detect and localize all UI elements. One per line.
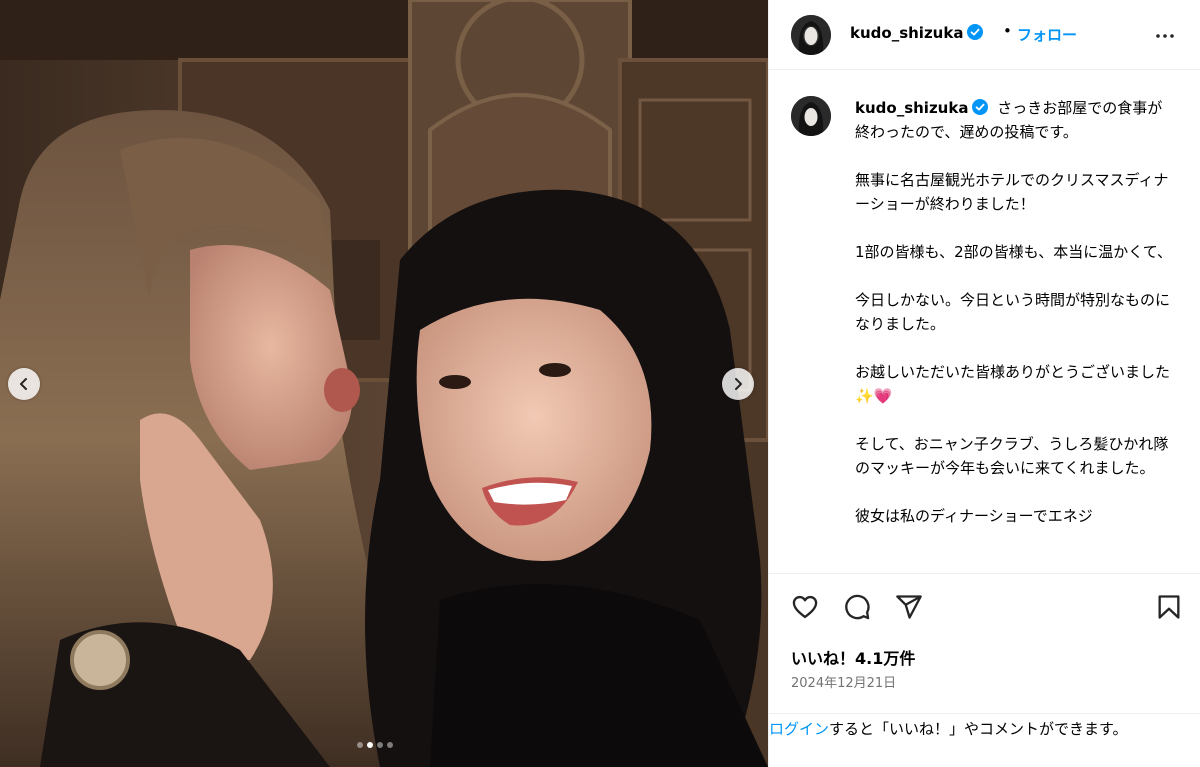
login-link[interactable]: ログイン bbox=[769, 720, 829, 738]
avatar[interactable] bbox=[791, 15, 831, 55]
post-media bbox=[0, 0, 768, 767]
carousel-prev-button[interactable] bbox=[8, 368, 40, 400]
comment-icon[interactable] bbox=[843, 593, 871, 621]
likes-count[interactable]: いいね！4.1万件 bbox=[791, 645, 915, 669]
carousel-dot bbox=[357, 742, 363, 748]
carousel-next-button[interactable] bbox=[722, 368, 754, 400]
post-date[interactable]: 2024年12月21日 bbox=[791, 672, 896, 691]
bookmark-icon[interactable] bbox=[1155, 593, 1183, 621]
caption-section: kudo_shizuka さっきお部屋での食事が終わったので、遅めの投稿です。 … bbox=[769, 71, 1200, 573]
heart-icon[interactable] bbox=[791, 593, 819, 621]
avatar-image bbox=[791, 96, 831, 136]
username-text: kudo_shizuka bbox=[850, 24, 964, 42]
more-horizontal-icon[interactable] bbox=[1153, 24, 1177, 48]
verified-badge-icon bbox=[972, 99, 989, 115]
caption-username-text: kudo_shizuka bbox=[855, 99, 969, 117]
caption-avatar[interactable] bbox=[791, 96, 831, 136]
post-actions: いいね！4.1万件 2024年12月21日 bbox=[769, 573, 1200, 713]
login-prompt: ログインすると「いいね！」やコメントができます。 bbox=[769, 713, 1200, 767]
caption-text-block: kudo_shizuka さっきお部屋での食事が終わったので、遅めの投稿です。 … bbox=[855, 96, 1173, 528]
chevron-left-icon bbox=[20, 378, 27, 390]
login-prompt-rest: すると「いいね！」やコメントができます。 bbox=[829, 720, 1128, 738]
chevron-right-icon bbox=[735, 378, 742, 390]
caption-username[interactable]: kudo_shizuka bbox=[855, 99, 989, 117]
caption-body: さっきお部屋での食事が終わったので、遅めの投稿です。 無事に名古屋観光ホテルでの… bbox=[855, 99, 1172, 525]
username-link[interactable]: kudo_shizuka bbox=[850, 24, 984, 42]
verified-badge-icon bbox=[967, 24, 984, 40]
header-separator: • bbox=[1003, 22, 1012, 40]
post-header: kudo_shizuka • フォロー bbox=[769, 0, 1200, 70]
carousel-indicator bbox=[357, 742, 393, 748]
post-photo bbox=[0, 0, 768, 767]
post-side-panel: kudo_shizuka • フォロー kudo_shizuka さっきお部屋で… bbox=[768, 0, 1200, 767]
follow-button[interactable]: フォロー bbox=[1017, 24, 1077, 45]
send-icon[interactable] bbox=[895, 593, 923, 621]
carousel-dot bbox=[377, 742, 383, 748]
carousel-dot-active bbox=[367, 742, 373, 748]
carousel-dot bbox=[387, 742, 393, 748]
login-prompt-text: ログインすると「いいね！」やコメントができます。 bbox=[769, 717, 1184, 741]
avatar-image bbox=[791, 15, 831, 55]
